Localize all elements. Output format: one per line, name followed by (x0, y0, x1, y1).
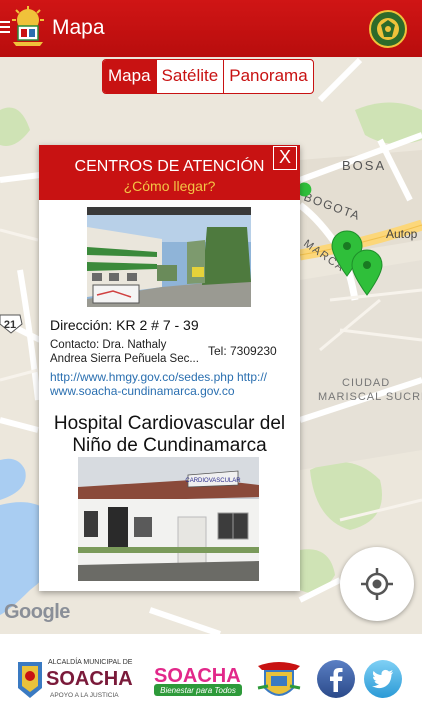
close-icon[interactable]: X (273, 146, 297, 170)
alcaldia-soacha-logo[interactable]: ALCALDÍA MUNICIPAL DE SOACHA APOYO A LA … (14, 652, 138, 706)
app-header: Mapa (0, 0, 422, 57)
website-link-1[interactable]: http://www.hmgy.gov.co/sedes.php http:// (50, 370, 295, 384)
map-label-bosa: BOSA (342, 158, 386, 173)
department-crest-logo[interactable] (256, 658, 302, 702)
soacha-bienestar-logo-subtext: Bienestar para Todos (160, 686, 236, 695)
alcaldia-logo-text: SOACHA (46, 668, 133, 690)
map-label-ciudad: CIUDAD (342, 377, 390, 389)
police-badge-icon (369, 10, 407, 48)
contact-line-2: Andrea Sierra Peñuela Sec... (50, 353, 199, 365)
map-label-autopista: Autop (386, 227, 418, 241)
my-location-button[interactable] (340, 547, 414, 621)
hospital-name: Hospital Cardiovascular del Niño de Cund… (43, 413, 296, 457)
directions-link[interactable]: ¿Cómo llegar? (39, 178, 300, 194)
soacha-bienestar-logo[interactable]: SOACHA Bienestar para Todos (152, 658, 244, 700)
twitter-icon[interactable] (363, 659, 403, 699)
my-location-icon (361, 568, 393, 600)
road-shield-21: 21 (4, 319, 16, 331)
street-view-photo[interactable] (87, 207, 251, 307)
hospital-sign-text: CARDIOVASCULAR (185, 478, 241, 484)
tab-mapa[interactable]: Mapa (103, 60, 157, 93)
alcaldia-logo-caption: ALCALDÍA MUNICIPAL DE (48, 657, 133, 666)
hospital-name-line-2: Niño de Cundinamarca (72, 435, 267, 456)
info-popup: CENTROS DE ATENCIÓN ¿Cómo llegar? X Dire… (39, 145, 300, 591)
popup-header: CENTROS DE ATENCIÓN ¿Cómo llegar? (39, 145, 300, 200)
address-text: Dirección: KR 2 # 7 - 39 (50, 317, 199, 333)
tab-panorama[interactable]: Panorama (224, 60, 312, 93)
contact-line-1: Contacto: Dra. Nathaly (50, 339, 167, 351)
menu-icon[interactable] (0, 21, 10, 33)
website-links: http://www.hmgy.gov.co/sedes.php http://… (50, 370, 295, 398)
hospital-photo[interactable]: CARDIOVASCULAR (78, 457, 259, 581)
facebook-icon[interactable] (316, 659, 356, 699)
popup-title: CENTROS DE ATENCIÓN (74, 158, 265, 175)
crest-icon (12, 6, 44, 46)
hospital-name-line-1: Hospital Cardiovascular del (53, 413, 286, 434)
map-type-segmented-control: Mapa Satélite Panorama (102, 59, 314, 94)
contact-text: Contacto: Dra. Nathaly Andrea Sierra Peñ… (50, 338, 210, 366)
tab-satelite[interactable]: Satélite (157, 60, 225, 93)
website-link-2[interactable]: www.soacha-cundinamarca.gov.co (50, 384, 295, 398)
google-watermark: Google (4, 601, 70, 623)
soacha-bienestar-logo-text: SOACHA (154, 665, 241, 687)
phone-text[interactable]: Tel: 7309230 (208, 344, 277, 358)
alcaldia-logo-subtext: APOYO A LA JUSTICIA (50, 692, 119, 699)
footer-logos: ALCALDÍA MUNICIPAL DE SOACHA APOYO A LA … (0, 634, 422, 722)
page-title: Mapa (52, 16, 105, 39)
map-label-mariscal-sucre: MARISCAL SUCRE (318, 391, 422, 403)
